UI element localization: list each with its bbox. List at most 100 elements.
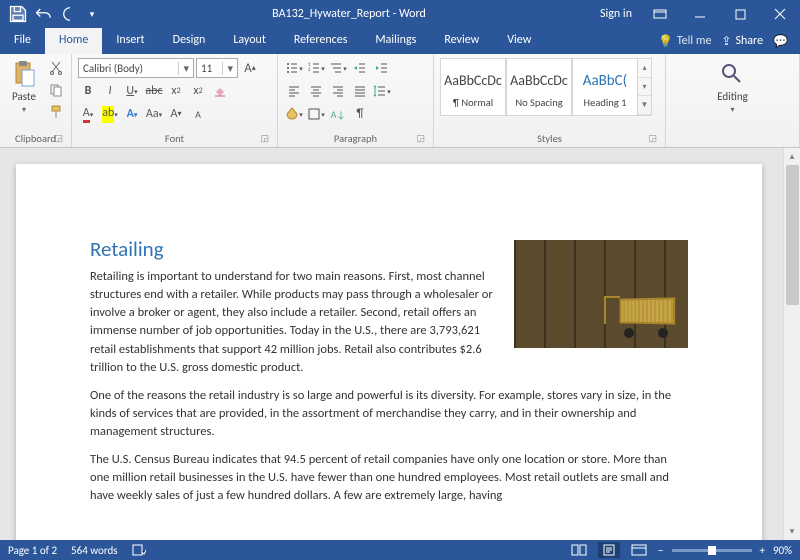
vertical-scrollbar[interactable]: ▴ ▾ <box>783 148 800 540</box>
clear-formatting-icon[interactable] <box>210 81 230 101</box>
font-color-button[interactable]: A▾ <box>78 104 98 124</box>
sort-icon[interactable]: A↓ <box>328 104 348 124</box>
font-dialog-icon[interactable]: ◲ <box>260 133 269 144</box>
tell-me[interactable]: 💡Tell me <box>658 34 711 49</box>
scroll-track[interactable] <box>784 165 800 523</box>
subscript-button[interactable]: x2 <box>166 81 186 101</box>
font-size-combo[interactable]: 11▾ <box>196 58 238 78</box>
save-icon[interactable] <box>8 4 28 24</box>
tab-file[interactable]: File <box>0 28 45 54</box>
justify-icon[interactable] <box>350 81 370 101</box>
italic-button[interactable]: I <box>100 81 120 101</box>
editing-button[interactable]: Editing ▾ <box>713 58 752 117</box>
close-icon[interactable] <box>760 0 800 28</box>
zoom-out-icon[interactable]: − <box>658 544 663 557</box>
zoom-slider-thumb[interactable] <box>708 546 716 555</box>
word-count[interactable]: 564 words <box>71 544 118 557</box>
undo-icon[interactable] <box>34 4 54 24</box>
share-icon: ⇪ <box>721 34 731 49</box>
clipboard-dialog-icon[interactable]: ◲ <box>54 133 63 144</box>
zoom-in-icon[interactable]: + <box>760 544 765 557</box>
minimize-icon[interactable] <box>680 0 720 28</box>
page-indicator[interactable]: Page 1 of 2 <box>8 544 57 557</box>
copy-icon[interactable] <box>46 80 66 100</box>
tab-review[interactable]: Review <box>430 28 493 54</box>
style-normal[interactable]: AaBbCcDc¶ Normal <box>440 58 506 116</box>
style-heading-1[interactable]: AaBbC(Heading 1 <box>572 58 638 116</box>
styles-gallery[interactable]: AaBbCcDc¶ Normal AaBbCcDcNo Spacing AaBb… <box>440 58 652 116</box>
grow-font-icon2[interactable]: A <box>188 104 208 124</box>
cut-icon[interactable] <box>46 58 66 78</box>
document-scroll[interactable]: Retailing Retailing is important to unde… <box>0 148 783 540</box>
decrease-indent-icon[interactable] <box>350 58 370 78</box>
chevron-down-icon: ▾ <box>730 105 734 115</box>
qat-dropdown-icon[interactable]: ▾ <box>86 4 98 24</box>
maximize-icon[interactable] <box>720 0 760 28</box>
superscript-button[interactable]: x2 <box>188 81 208 101</box>
change-case-button[interactable]: Aa▾ <box>144 104 164 124</box>
multilevel-icon[interactable]: ▾ <box>328 58 348 78</box>
page[interactable]: Retailing Retailing is important to unde… <box>16 164 762 540</box>
group-styles: AaBbCcDc¶ Normal AaBbCcDcNo Spacing AaBb… <box>434 54 666 147</box>
scroll-up-icon[interactable]: ▴ <box>784 148 800 165</box>
bullets-icon[interactable]: ▾ <box>284 58 304 78</box>
borders-icon[interactable]: ▾ <box>306 104 326 124</box>
group-clipboard: Paste ▾ Clipboard◲ <box>0 54 72 147</box>
format-painter-icon[interactable] <box>46 102 66 122</box>
paragraph-dialog-icon[interactable]: ◲ <box>416 133 425 144</box>
read-mode-icon[interactable] <box>568 542 590 558</box>
web-layout-icon[interactable] <box>628 542 650 558</box>
chevron-down-icon: ▾ <box>638 78 651 97</box>
zoom-slider[interactable] <box>672 549 752 552</box>
align-right-icon[interactable] <box>328 81 348 101</box>
document-area: Retailing Retailing is important to unde… <box>0 148 800 540</box>
ribbon-options-icon[interactable] <box>640 0 680 28</box>
shading-icon[interactable]: ▾ <box>284 104 304 124</box>
share-button[interactable]: ⇪Share <box>721 34 763 49</box>
comments-icon[interactable]: 💬 <box>773 34 788 49</box>
paste-label: Paste <box>12 90 36 103</box>
shrink-font-icon[interactable]: A▾ <box>166 104 186 124</box>
style-no-spacing[interactable]: AaBbCcDcNo Spacing <box>506 58 572 116</box>
numbering-icon[interactable]: 12▾ <box>306 58 326 78</box>
chevron-down-icon: ▾ <box>22 105 26 115</box>
paste-button[interactable]: Paste ▾ <box>6 58 42 117</box>
quick-access-toolbar: ▾ <box>0 4 106 24</box>
sign-in-link[interactable]: Sign in <box>592 7 640 21</box>
bold-button[interactable]: B <box>78 81 98 101</box>
text-effects-icon[interactable]: A▾ <box>122 104 142 124</box>
zoom-level[interactable]: 90% <box>773 544 792 557</box>
scroll-thumb[interactable] <box>786 165 799 305</box>
tab-home[interactable]: Home <box>45 28 102 54</box>
align-center-icon[interactable] <box>306 81 326 101</box>
tab-view[interactable]: View <box>493 28 545 54</box>
shopping-cart-graphic <box>604 292 674 338</box>
styles-more[interactable]: ▴▾▼ <box>638 58 652 116</box>
inline-image[interactable] <box>514 240 688 348</box>
strikethrough-button[interactable]: abc <box>144 81 164 101</box>
tell-me-label: Tell me <box>677 34 712 48</box>
print-layout-icon[interactable] <box>598 542 620 558</box>
tab-mailings[interactable]: Mailings <box>361 28 430 54</box>
show-marks-icon[interactable]: ¶ <box>350 104 370 124</box>
increase-indent-icon[interactable] <box>372 58 392 78</box>
styles-dialog-icon[interactable]: ◲ <box>648 133 657 144</box>
tab-design[interactable]: Design <box>159 28 220 54</box>
highlight-button[interactable]: ab▾ <box>100 104 120 124</box>
tab-layout[interactable]: Layout <box>219 28 280 54</box>
doc-paragraph[interactable]: One of the reasons the retail industry i… <box>90 387 688 441</box>
scroll-down-icon[interactable]: ▾ <box>784 523 800 540</box>
redo-icon[interactable] <box>60 4 80 24</box>
align-left-icon[interactable] <box>284 81 304 101</box>
doc-paragraph[interactable]: The U.S. Census Bureau indicates that 94… <box>90 451 688 505</box>
tab-references[interactable]: References <box>280 28 362 54</box>
font-name-combo[interactable]: Calibri (Body)▾ <box>78 58 194 78</box>
underline-button[interactable]: U▾ <box>122 81 142 101</box>
grow-font-icon[interactable]: A▴ <box>240 58 260 78</box>
tab-insert[interactable]: Insert <box>102 28 158 54</box>
find-icon <box>718 60 746 88</box>
title-bar: ▾ BA132_Hywater_Report - Word Sign in <box>0 0 800 28</box>
ribbon-tabs: File Home Insert Design Layout Reference… <box>0 28 800 54</box>
spellcheck-icon[interactable] <box>132 544 146 556</box>
line-spacing-icon[interactable]: ▾ <box>372 81 392 101</box>
